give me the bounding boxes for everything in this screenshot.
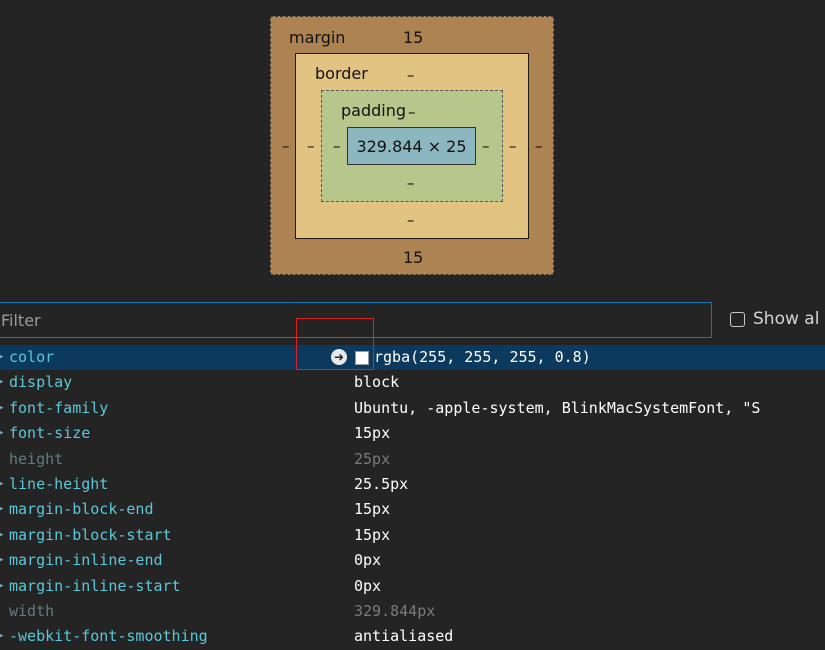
padding-right-value[interactable]: – <box>482 137 490 155</box>
property-name: margin-block-start <box>9 525 172 544</box>
property-row[interactable]: ▸ line-height 25.5px <box>0 472 825 497</box>
property-name: -webkit-font-smoothing <box>9 627 208 646</box>
expand-arrow-icon[interactable]: ▸ <box>0 421 4 446</box>
property-name: margin-inline-start <box>9 576 181 595</box>
property-row[interactable]: ▸ margin-inline-start 0px <box>0 574 825 599</box>
property-name: width <box>9 601 55 620</box>
expand-arrow-icon[interactable]: ▸ <box>0 345 4 370</box>
property-row[interactable]: ▸ display block <box>0 370 825 395</box>
border-top-value[interactable]: – <box>407 66 415 84</box>
property-row[interactable]: width 329.844px <box>0 599 825 624</box>
border-right-value[interactable]: – <box>509 137 517 155</box>
box-model-content: 329.844 × 25 <box>347 127 476 165</box>
expand-arrow-icon[interactable]: ▸ <box>0 624 4 649</box>
property-row[interactable]: ▸ color ➜ rgba(255, 255, 255, 0.8) <box>0 345 825 371</box>
padding-label: padding <box>341 101 407 120</box>
padding-bottom-value[interactable]: – <box>407 174 415 192</box>
property-row[interactable]: ▸ -webkit-font-smoothing antialiased <box>0 624 825 649</box>
expand-arrow-icon[interactable]: ▸ <box>0 574 4 599</box>
property-row[interactable]: ▸ font-size 15px <box>0 421 825 446</box>
property-value: Ubuntu, -apple-system, BlinkMacSystemFon… <box>354 398 761 417</box>
property-value: 15px <box>354 500 391 519</box>
property-value: 0px <box>354 551 382 570</box>
margin-label: margin <box>289 28 346 47</box>
property-name: height <box>9 449 64 468</box>
property-row[interactable]: ▸ margin-block-start 15px <box>0 523 825 548</box>
property-row[interactable]: height 25px <box>0 447 825 472</box>
property-name: display <box>9 373 73 392</box>
property-value: 15px <box>354 525 391 544</box>
property-name: color <box>9 348 55 366</box>
padding-left-value[interactable]: – <box>333 137 341 155</box>
property-value: antialiased <box>354 627 454 646</box>
border-bottom-value[interactable]: – <box>407 211 415 229</box>
property-value: 329.844px <box>354 601 436 620</box>
expand-arrow-icon[interactable]: ▸ <box>0 497 4 522</box>
margin-left-value[interactable]: – <box>282 137 290 155</box>
property-row[interactable]: ▸ margin-block-end 15px <box>0 497 825 522</box>
property-value: block <box>354 373 400 392</box>
margin-right-value[interactable]: – <box>535 137 543 155</box>
property-value: 15px <box>354 424 391 443</box>
content-size[interactable]: 329.844 × 25 <box>356 137 466 156</box>
expand-arrow-icon[interactable]: ▸ <box>0 396 4 421</box>
property-value: 25px <box>354 449 391 468</box>
property-row[interactable]: ▸ font-family Ubuntu, -apple-system, Bli… <box>0 396 825 421</box>
border-left-value[interactable]: – <box>307 137 315 155</box>
property-row[interactable]: ▸ margin-inline-end 0px <box>0 548 825 573</box>
border-label: border <box>315 64 368 83</box>
expand-arrow-icon[interactable]: ▸ <box>0 472 4 497</box>
property-name: font-family <box>9 398 109 417</box>
property-name: font-size <box>9 424 91 443</box>
expand-arrow-icon[interactable]: ▸ <box>0 523 4 548</box>
expand-arrow-icon[interactable]: ▸ <box>0 548 4 573</box>
margin-top-value[interactable]: 15 <box>403 28 423 48</box>
margin-bottom-value[interactable]: 15 <box>403 248 423 268</box>
property-value: 25.5px <box>354 474 409 493</box>
property-name: margin-inline-end <box>9 551 163 570</box>
annotation-highlight-box <box>296 318 374 370</box>
show-all-toggle[interactable]: Show al <box>730 309 819 329</box>
computed-properties-list: ▸ color ➜ rgba(255, 255, 255, 0.8) ▸ dis… <box>0 345 825 650</box>
property-name: margin-block-end <box>9 500 154 519</box>
expand-arrow-icon[interactable]: ▸ <box>0 370 4 395</box>
property-value: rgba(255, 255, 255, 0.8) <box>374 348 591 366</box>
property-value: 0px <box>354 576 382 595</box>
property-name: line-height <box>9 474 109 493</box>
show-all-label: Show al <box>753 309 820 329</box>
padding-top-value[interactable]: – <box>408 103 416 121</box>
show-all-checkbox[interactable] <box>730 311 745 327</box>
